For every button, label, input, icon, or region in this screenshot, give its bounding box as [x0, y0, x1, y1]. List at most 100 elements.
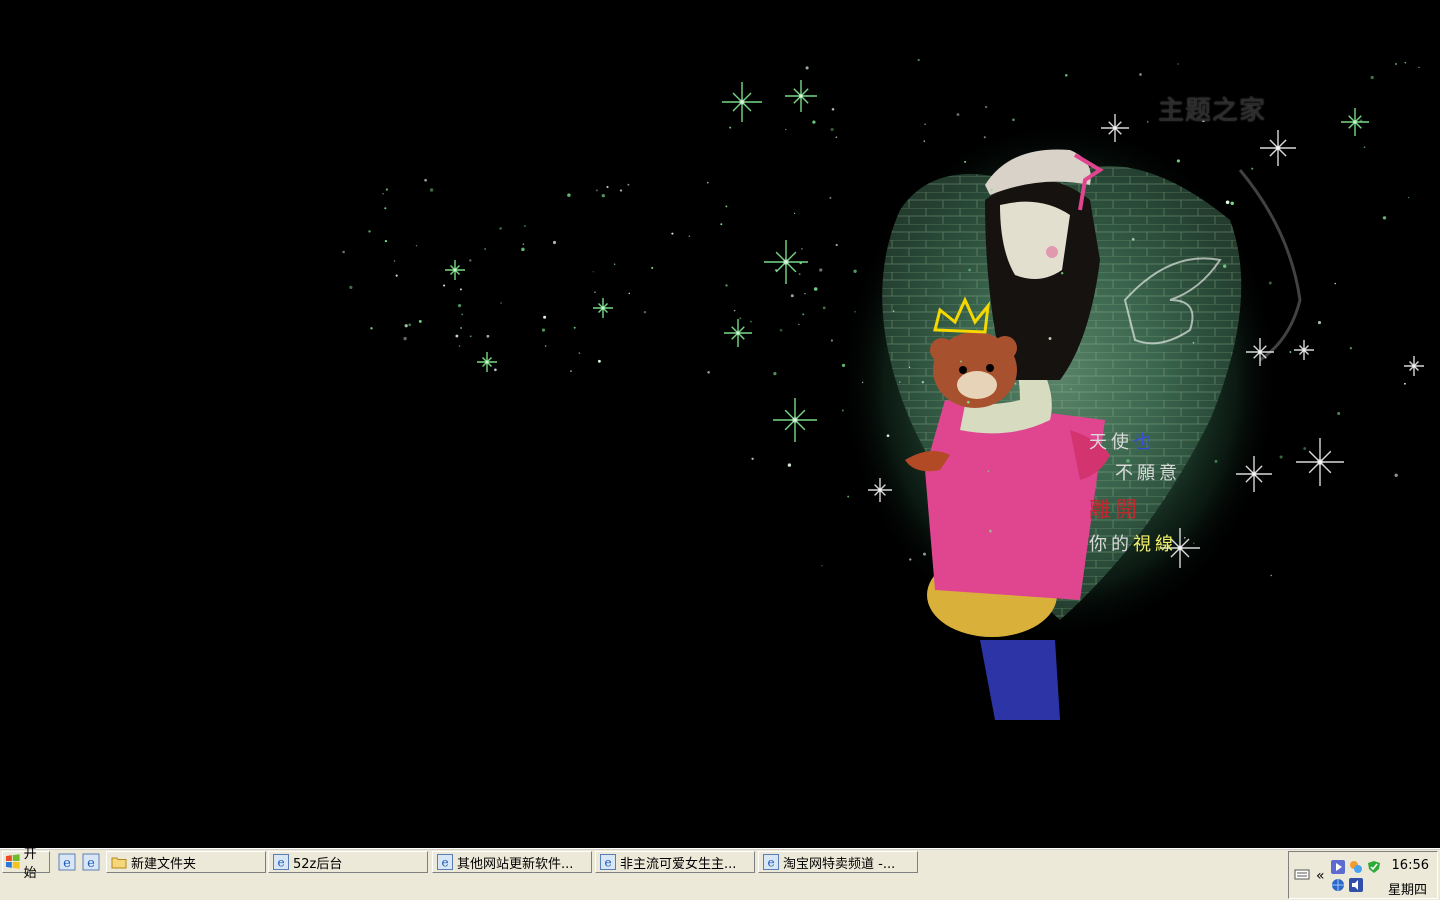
- star-dot: [787, 463, 792, 467]
- star-dot: [499, 227, 502, 230]
- task-button-taobao[interactable]: e 淘宝网特卖频道 -...: [758, 851, 918, 873]
- svg-text:e: e: [767, 856, 774, 870]
- star-dot: [1070, 388, 1072, 390]
- task-button-other-sites[interactable]: e 其他网站更新软件...: [432, 851, 592, 873]
- star-dot: [1214, 459, 1218, 463]
- star-dot: [1061, 272, 1064, 275]
- star-dot: [1225, 200, 1230, 205]
- star-dot: [1223, 264, 1227, 268]
- poem-char: 意: [1159, 463, 1181, 484]
- task-button-new-folder[interactable]: 新建文件夹: [106, 851, 266, 873]
- star-dot: [805, 66, 809, 70]
- star-dot: [1014, 382, 1017, 385]
- volume-icon[interactable]: [1349, 878, 1363, 892]
- star-dot: [983, 136, 986, 139]
- clock-time[interactable]: 16:56: [1392, 858, 1429, 873]
- star-dot: [543, 315, 547, 319]
- task-button-52z[interactable]: e 52z后台: [268, 851, 428, 873]
- svg-text:e: e: [441, 856, 448, 870]
- security-shield-icon[interactable]: [1367, 860, 1381, 874]
- quick-launch-ie-1[interactable]: e: [58, 853, 76, 871]
- star-dot: [342, 250, 345, 254]
- star-dot: [1184, 537, 1186, 539]
- task-label: 其他网站更新软件...: [457, 856, 574, 872]
- network-globe-icon[interactable]: [1331, 878, 1345, 892]
- star-dot: [959, 360, 962, 363]
- star-dot: [408, 323, 412, 327]
- task-button-theme[interactable]: e 非主流可爱女生主...: [595, 851, 755, 873]
- star-core: [1275, 145, 1281, 151]
- folder-icon: [111, 857, 127, 869]
- svg-text:e: e: [604, 856, 611, 870]
- star-dot: [785, 128, 787, 131]
- star-dot: [1177, 63, 1179, 65]
- star-dot: [541, 328, 546, 332]
- star-core: [791, 416, 799, 424]
- star-dot: [1084, 175, 1086, 177]
- task-label: 淘宝网特卖频道 -...: [783, 856, 896, 872]
- star-dot: [573, 326, 576, 329]
- poem-char: 你: [1089, 534, 1111, 555]
- media-player-icon[interactable]: [1331, 860, 1345, 874]
- star-dot: [1337, 412, 1341, 415]
- star-dot: [751, 457, 754, 460]
- messenger-icon[interactable]: [1349, 860, 1363, 874]
- star-dot: [909, 558, 912, 561]
- star-dot: [1404, 61, 1407, 64]
- star-dot: [1394, 62, 1398, 66]
- system-tray: « 16:56 星期四: [1288, 851, 1438, 899]
- star-dot: [830, 127, 834, 132]
- star-dot: [1363, 146, 1366, 149]
- star-dot: [733, 309, 736, 312]
- star-dot: [923, 140, 926, 142]
- star-dot: [486, 334, 490, 338]
- star-dot: [521, 247, 525, 252]
- watermark-text: 主题之家: [1158, 96, 1267, 126]
- star-dot: [822, 306, 826, 310]
- star-dot: [1251, 167, 1254, 170]
- tray-expand-button[interactable]: «: [1316, 868, 1325, 884]
- star-dot: [1404, 382, 1406, 385]
- star-dot: [801, 248, 803, 250]
- star-dot: [799, 261, 802, 265]
- ie-icon: e: [600, 854, 616, 870]
- ie-icon: e: [273, 854, 289, 870]
- star-dot: [847, 495, 850, 498]
- star-core: [1352, 119, 1358, 125]
- star-core: [601, 306, 605, 310]
- star-core: [1302, 348, 1306, 352]
- star-dot: [773, 371, 777, 376]
- star-dot: [384, 239, 388, 243]
- star-core: [1412, 364, 1416, 368]
- star-dot: [385, 188, 388, 191]
- star-dot: [1334, 282, 1336, 285]
- svg-text:e: e: [63, 856, 71, 871]
- star-dot: [854, 311, 856, 313]
- star-dot: [821, 565, 823, 567]
- poem-line-1: 天使也: [1089, 428, 1155, 454]
- star-dot: [956, 113, 960, 116]
- star-dot: [829, 196, 832, 199]
- ie-icon: e: [437, 854, 453, 870]
- star-dot: [671, 232, 674, 235]
- star-dot: [886, 434, 890, 438]
- star-dot: [729, 126, 732, 129]
- star-dot: [578, 352, 581, 354]
- star-dot: [922, 552, 927, 556]
- star-dot: [813, 287, 818, 291]
- star-dot: [415, 245, 418, 247]
- star-dot: [455, 334, 459, 338]
- star-core: [1176, 544, 1184, 552]
- star-dot: [892, 310, 895, 312]
- star-dot: [1303, 447, 1307, 450]
- star-dot: [619, 189, 623, 192]
- star-dot: [567, 193, 571, 197]
- star-dot: [831, 107, 835, 111]
- star-dot: [707, 370, 710, 374]
- star-core: [1112, 125, 1118, 131]
- star-dot: [968, 268, 971, 272]
- star-dot: [1146, 121, 1149, 123]
- quick-launch-ie-2[interactable]: e: [82, 853, 100, 871]
- start-button[interactable]: 开始: [2, 847, 50, 881]
- wallpaper-image: [342, 58, 1424, 720]
